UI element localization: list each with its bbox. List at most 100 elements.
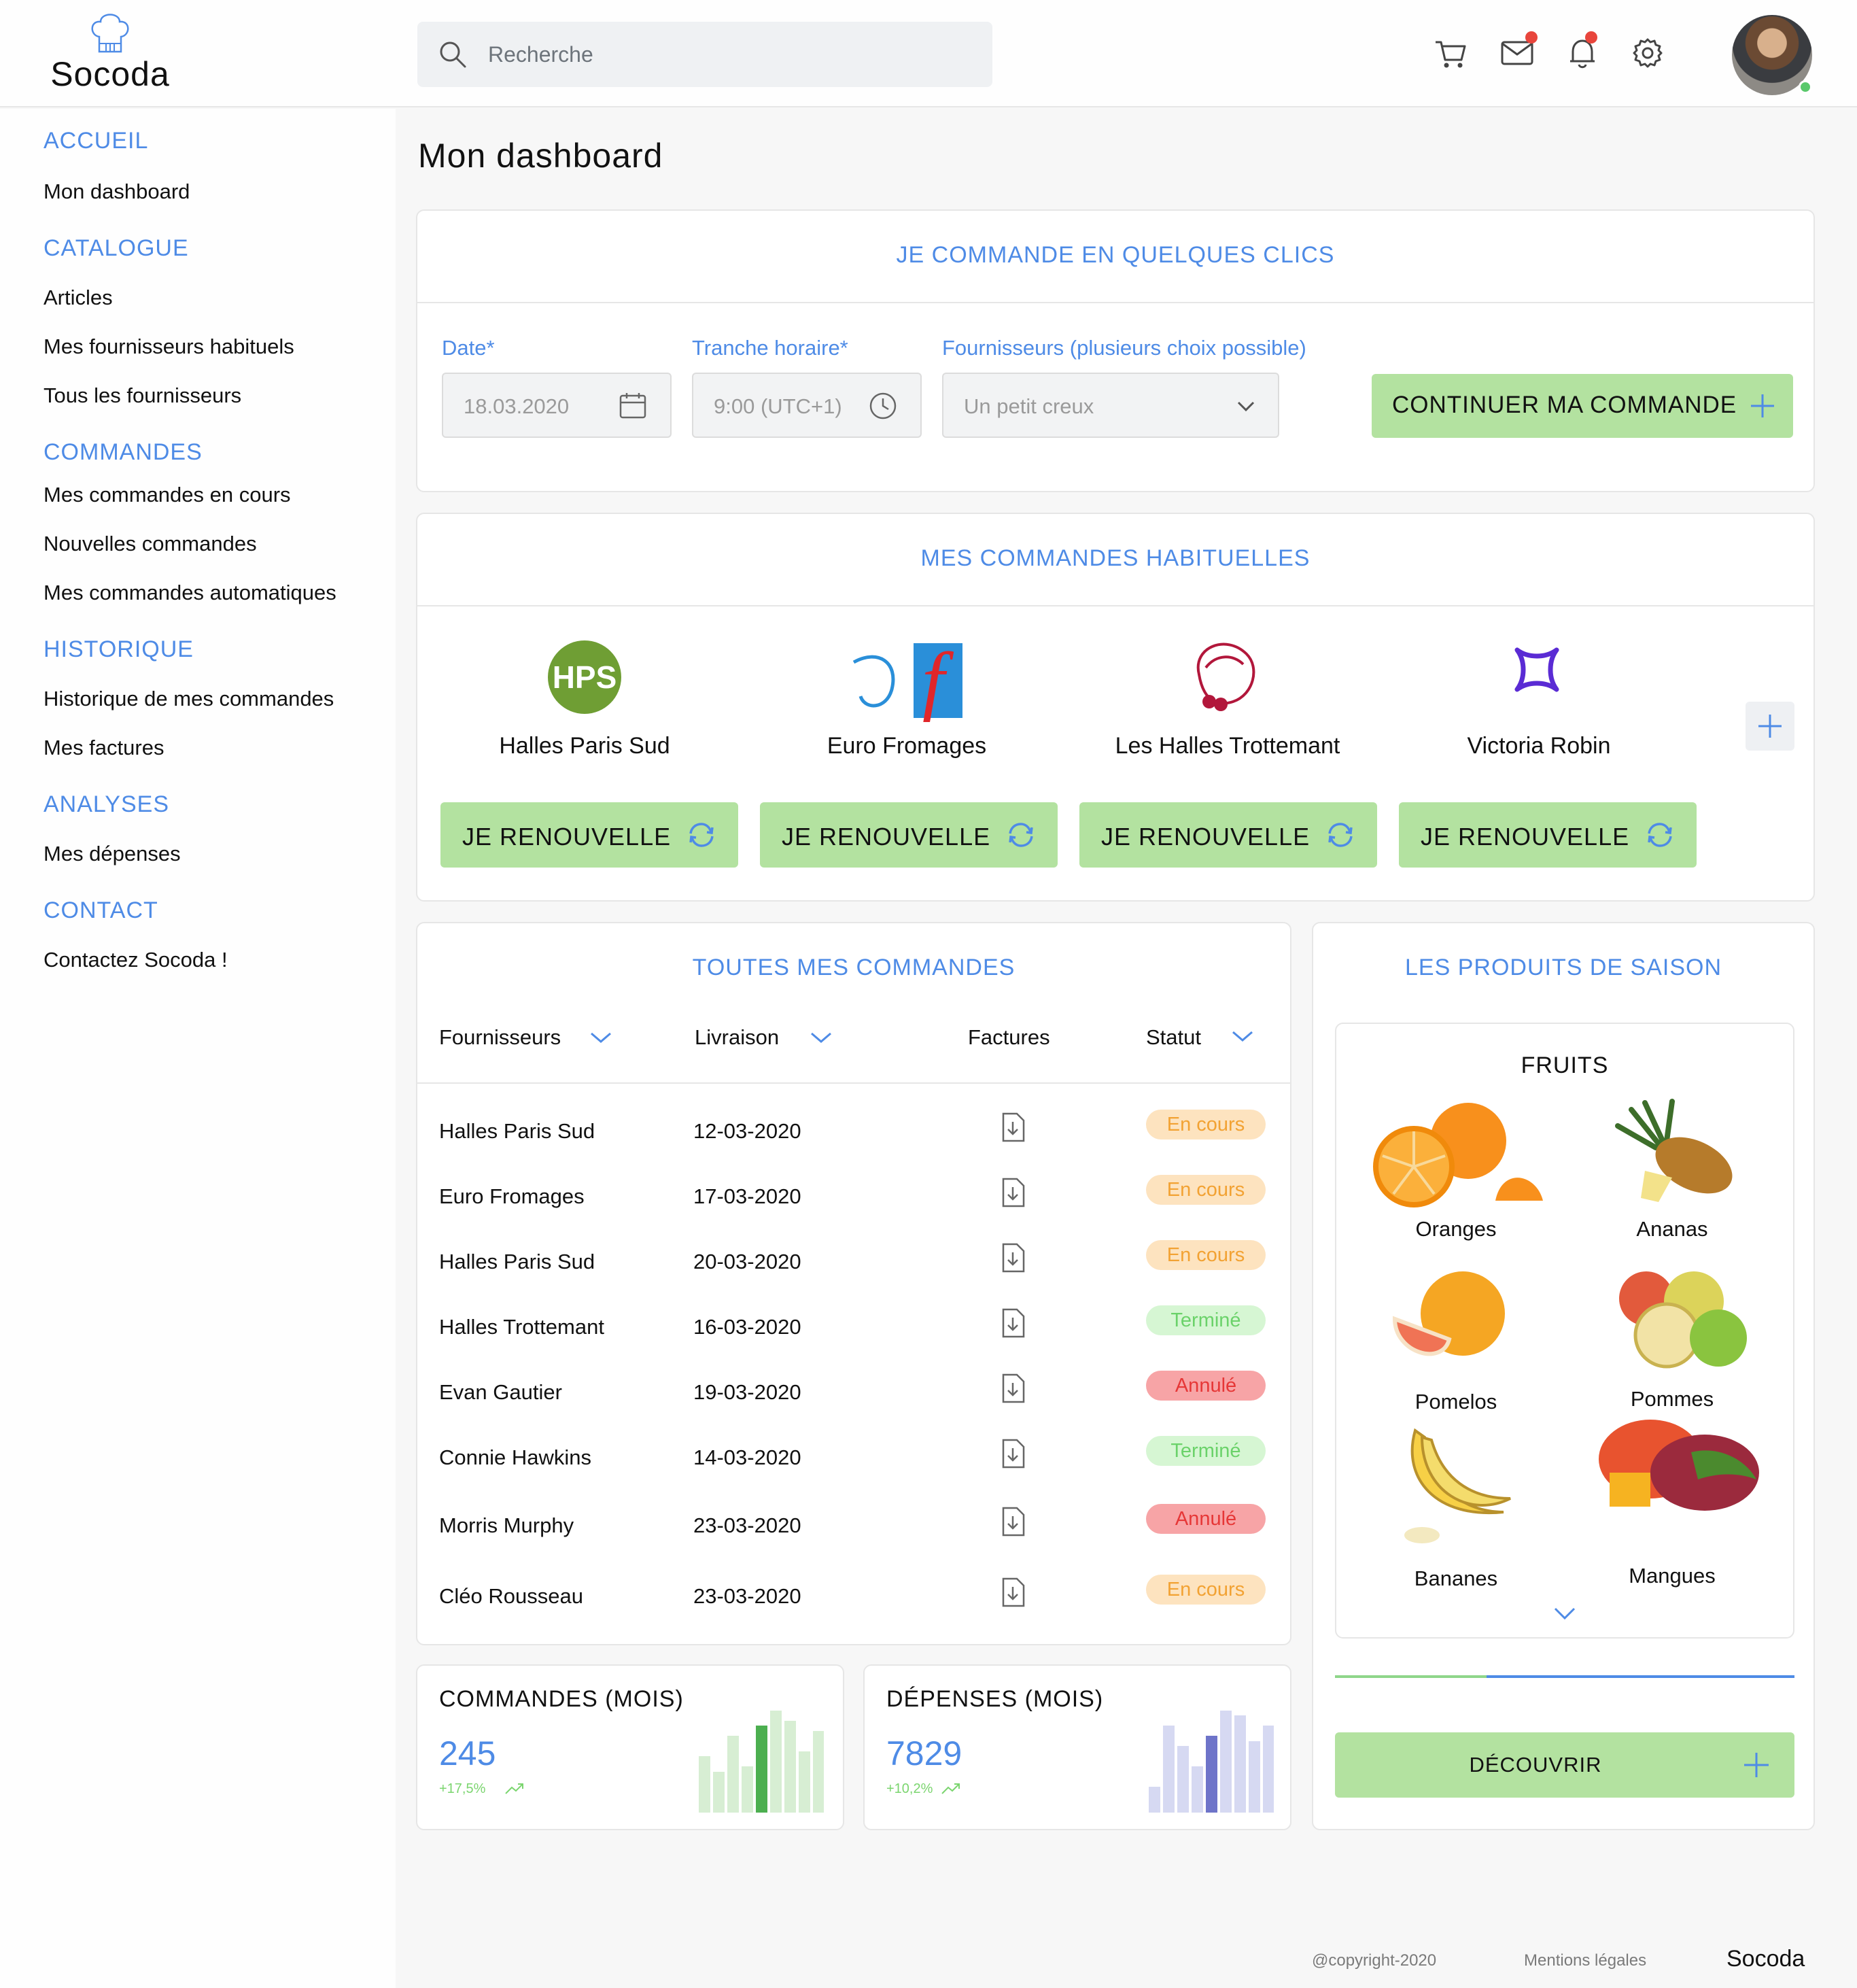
invoice-download-icon[interactable]: [999, 1507, 1026, 1537]
refresh-icon: [689, 823, 714, 847]
invoice-download-icon[interactable]: [999, 1373, 1026, 1403]
kpi-bar: [799, 1751, 810, 1813]
invoice-download-icon[interactable]: [999, 1577, 1026, 1607]
kpi-bar-chart: [1149, 1711, 1274, 1813]
sidebar-section-catalogue[interactable]: CATALOGUE: [44, 235, 189, 262]
status-badge: En cours: [1146, 1110, 1266, 1139]
footer-legal-link[interactable]: Mentions légales: [1524, 1951, 1646, 1970]
order-delivery-date: 23-03-2020: [693, 1584, 801, 1608]
sidebar-item-commandes-automatiques[interactable]: Mes commandes automatiques: [44, 581, 336, 605]
supplier-name: Halles Paris Sud: [499, 733, 670, 759]
status-badge: En cours: [1146, 1575, 1266, 1605]
renew-button[interactable]: JE RENOUVELLE: [1399, 802, 1697, 868]
sidebar-item-mon-dashboard[interactable]: Mon dashboard: [44, 179, 190, 204]
order-delivery-date: 16-03-2020: [693, 1315, 801, 1339]
continue-order-button[interactable]: CONTINUER MA COMMANDE: [1372, 374, 1793, 438]
refresh-icon: [1328, 823, 1353, 847]
sidebar-item-mes-fournisseurs[interactable]: Mes fournisseurs habituels: [44, 335, 294, 359]
brand-logo[interactable]: Socoda: [42, 10, 178, 98]
refresh-icon: [1009, 823, 1033, 847]
discover-label: DÉCOUVRIR: [1469, 1753, 1602, 1777]
kpi-title: DÉPENSES (MOIS): [886, 1686, 1104, 1712]
sidebar-section-commandes[interactable]: COMMANDES: [44, 439, 203, 466]
col-header-status[interactable]: Statut: [1146, 1025, 1201, 1050]
sidebar-section-analyses[interactable]: ANALYSES: [44, 791, 169, 818]
fruit-name[interactable]: Ananas: [1584, 1217, 1760, 1241]
suppliers-select[interactable]: Un petit creux: [942, 373, 1279, 438]
invoice-download-icon[interactable]: [999, 1243, 1026, 1273]
kpi-title: COMMANDES (MOIS): [439, 1686, 684, 1712]
renew-button[interactable]: JE RENOUVELLE: [1079, 802, 1377, 868]
sidebar-item-tous-fournisseurs[interactable]: Tous les fournisseurs: [44, 383, 241, 408]
clock-icon: [869, 392, 897, 419]
sidebar-item-contactez[interactable]: Contactez Socoda !: [44, 948, 228, 972]
col-header-invoices: Factures: [968, 1025, 1050, 1049]
footer-copyright: @copyright-2020: [1312, 1951, 1437, 1970]
fruit-name[interactable]: Mangues: [1584, 1564, 1760, 1588]
discover-button[interactable]: DÉCOUVRIR: [1335, 1732, 1794, 1798]
chevron-down-icon[interactable]: [809, 1028, 833, 1047]
sidebar-section-contact[interactable]: CONTACT: [44, 897, 158, 924]
sidebar-item-mes-factures[interactable]: Mes factures: [44, 736, 164, 760]
sidebar-section-historique[interactable]: HISTORIQUE: [44, 636, 194, 663]
kpi-bar: [1234, 1715, 1246, 1813]
sidebar-item-historique-commandes[interactable]: Historique de mes commandes: [44, 687, 334, 711]
renew-button[interactable]: JE RENOUVELLE: [440, 802, 738, 868]
time-slot-label: Tranche horaire*: [692, 336, 848, 360]
bananas-image: [1404, 1428, 1511, 1543]
sidebar-item-articles[interactable]: Articles: [44, 286, 113, 310]
season-products-title: LES PRODUITS DE SAISON: [1405, 955, 1722, 980]
invoice-download-icon[interactable]: [999, 1439, 1026, 1469]
search-input[interactable]: Recherche: [417, 22, 992, 87]
kpi-bar: [1220, 1711, 1232, 1813]
invoice-download-icon[interactable]: [999, 1112, 1026, 1142]
sidebar-item-nouvelles-commandes[interactable]: Nouvelles commandes: [44, 532, 257, 556]
kpi-bar: [1249, 1741, 1260, 1813]
brand-name: Socoda: [50, 55, 170, 93]
fruits-panel: FRUITS Oranges Ananas Pomelos Pommes Ban…: [1335, 1023, 1794, 1639]
trend-up-icon: [505, 1783, 523, 1794]
fruits-category-title: FRUITS: [1521, 1052, 1609, 1078]
time-slot-field[interactable]: 9:00 (UTC+1): [692, 373, 922, 438]
order-supplier: Halles Trottemant: [439, 1315, 604, 1339]
kpi-bar: [1192, 1766, 1203, 1813]
status-badge: Annulé: [1146, 1504, 1266, 1534]
pomelos-image: [1392, 1271, 1505, 1356]
sidebar-item-commandes-en-cours[interactable]: Mes commandes en cours: [44, 483, 291, 507]
renew-label: JE RENOUVELLE: [1421, 823, 1630, 851]
order-delivery-date: 20-03-2020: [693, 1250, 801, 1273]
kpi-bar: [1206, 1736, 1217, 1813]
col-header-delivery[interactable]: Livraison: [695, 1025, 779, 1050]
invoice-download-icon[interactable]: [999, 1308, 1026, 1338]
order-delivery-date: 23-03-2020: [693, 1513, 801, 1537]
fruit-name[interactable]: Pommes: [1584, 1387, 1760, 1411]
date-field[interactable]: 18.03.2020: [442, 373, 672, 438]
kpi-delta: +17,5%: [439, 1781, 486, 1796]
chevron-down-icon[interactable]: [1551, 1603, 1578, 1624]
settings-icon[interactable]: [1629, 34, 1667, 72]
sidebar-section-accueil[interactable]: ACCUEIL: [44, 128, 148, 154]
kpi-value: 245: [439, 1734, 496, 1772]
kpi-bar: [742, 1766, 753, 1813]
carousel-track[interactable]: [1335, 1675, 1794, 1678]
sidebar-item-mes-depenses[interactable]: Mes dépenses: [44, 842, 181, 866]
renew-button[interactable]: JE RENOUVELLE: [760, 802, 1058, 868]
renew-label: JE RENOUVELLE: [782, 823, 991, 851]
invoice-download-icon[interactable]: [999, 1178, 1026, 1207]
date-value: 18.03.2020: [464, 394, 570, 418]
order-delivery-date: 12-03-2020: [693, 1119, 801, 1143]
status-badge: En cours: [1146, 1175, 1266, 1205]
cart-icon[interactable]: [1431, 34, 1470, 72]
online-status-dot: [1799, 80, 1812, 94]
col-header-suppliers[interactable]: Fournisseurs: [439, 1025, 561, 1050]
fruit-name[interactable]: Oranges: [1368, 1217, 1544, 1241]
add-supplier-button[interactable]: [1746, 702, 1794, 751]
chevron-down-icon[interactable]: [589, 1028, 613, 1047]
status-badge: En cours: [1146, 1240, 1266, 1270]
fruit-name[interactable]: Pomelos: [1368, 1390, 1544, 1414]
search-placeholder: Recherche: [488, 42, 593, 67]
chevron-down-icon[interactable]: [1230, 1027, 1255, 1046]
oranges-image: [1373, 1103, 1543, 1207]
fruit-name[interactable]: Bananes: [1368, 1566, 1544, 1591]
kpi-bar: [784, 1721, 796, 1813]
